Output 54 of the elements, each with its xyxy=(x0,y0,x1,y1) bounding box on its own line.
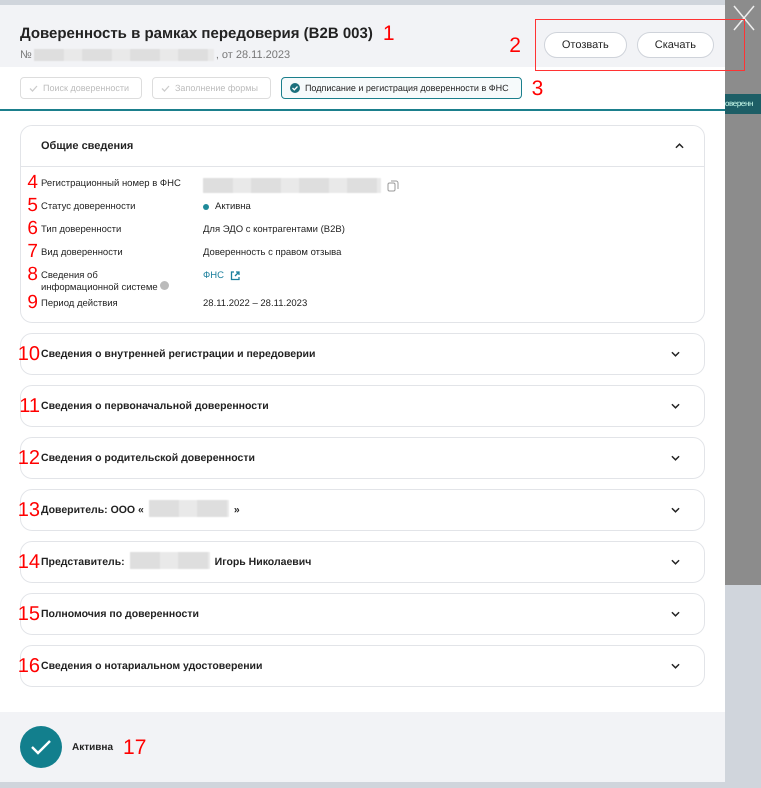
annotation-number: 10 xyxy=(18,344,40,364)
field-label: Тип доверенности xyxy=(41,224,122,235)
fns-link[interactable]: ФНС xyxy=(203,270,224,281)
annotation-number: 2 xyxy=(509,34,521,56)
annotation-number: 8 xyxy=(27,265,38,284)
revoke-button[interactable]: Отозвать xyxy=(544,32,627,58)
tab-fragment: оверенн xyxy=(725,94,761,114)
section-title: Доверитель: ООО « xyxy=(41,504,144,516)
section-title: Сведения о первоначальной доверенности xyxy=(41,400,269,412)
section-title: Полномочия по доверенности xyxy=(41,608,199,620)
annotation-number: 9 xyxy=(27,293,38,312)
field-label: Период действия xyxy=(41,298,118,309)
field-value: Для ЭДО с контрагентами (B2B) xyxy=(203,224,345,235)
section-title: Сведения о внутренней регистрации и передоверии xyxy=(41,348,316,360)
annotation-number: 1 xyxy=(382,23,395,44)
annotation-number: 6 xyxy=(27,219,38,238)
status-text: Активна xyxy=(72,742,114,752)
section-title: Представитель: xyxy=(41,556,125,568)
download-button[interactable]: Скачать xyxy=(636,32,714,58)
annotation-number: 7 xyxy=(27,242,38,261)
annotation-number: 16 xyxy=(18,656,40,676)
document-title: Доверенность в рамках передоверия (B2B 003) xyxy=(20,25,373,42)
field-label: Статус доверенности xyxy=(41,201,136,212)
close-icon[interactable] xyxy=(733,4,755,32)
field-label: Регистрационный номер в ФНС xyxy=(41,178,181,189)
annotation-number: 3 xyxy=(532,78,544,98)
section-title: Сведения о родительской доверенности xyxy=(41,452,255,464)
annotation-number: 5 xyxy=(27,196,38,215)
section-title: Сведения о нотариальном удостоверении xyxy=(41,660,262,672)
field-value: 28.11.2022 – 28.11.2023 xyxy=(203,298,308,309)
step-tab[interactable]: Подписание и регистрация доверенности в ФНС xyxy=(280,77,522,99)
help-icon[interactable] xyxy=(160,281,170,290)
annotation-number: 4 xyxy=(27,173,38,192)
check-icon xyxy=(29,84,38,92)
annotation-number: 14 xyxy=(18,552,40,572)
field-label: Вид доверенности xyxy=(41,247,123,258)
section-title: Общие сведения xyxy=(41,140,134,152)
check-icon xyxy=(161,84,170,92)
annotation-number: 17 xyxy=(123,736,146,758)
copy-icon[interactable] xyxy=(387,180,399,192)
external-link-icon[interactable] xyxy=(230,270,240,280)
annotation-number: 12 xyxy=(18,448,40,468)
number-prefix: № xyxy=(20,49,32,61)
check-circle-icon xyxy=(20,726,62,768)
field-label: Сведения об информационной системе xyxy=(41,270,173,293)
annotation-number: 13 xyxy=(18,500,40,520)
section-title: Игорь Николаевич xyxy=(214,556,312,568)
status-text: Активна xyxy=(215,201,251,212)
check-circle-icon xyxy=(290,83,300,93)
field-value: Доверенность с правом отзыва xyxy=(203,247,342,258)
annotation-number: 15 xyxy=(18,604,40,624)
section-title: » xyxy=(234,504,240,516)
annotation-number: 11 xyxy=(19,396,40,416)
document-date: , от 28.11.2023 xyxy=(216,49,290,61)
